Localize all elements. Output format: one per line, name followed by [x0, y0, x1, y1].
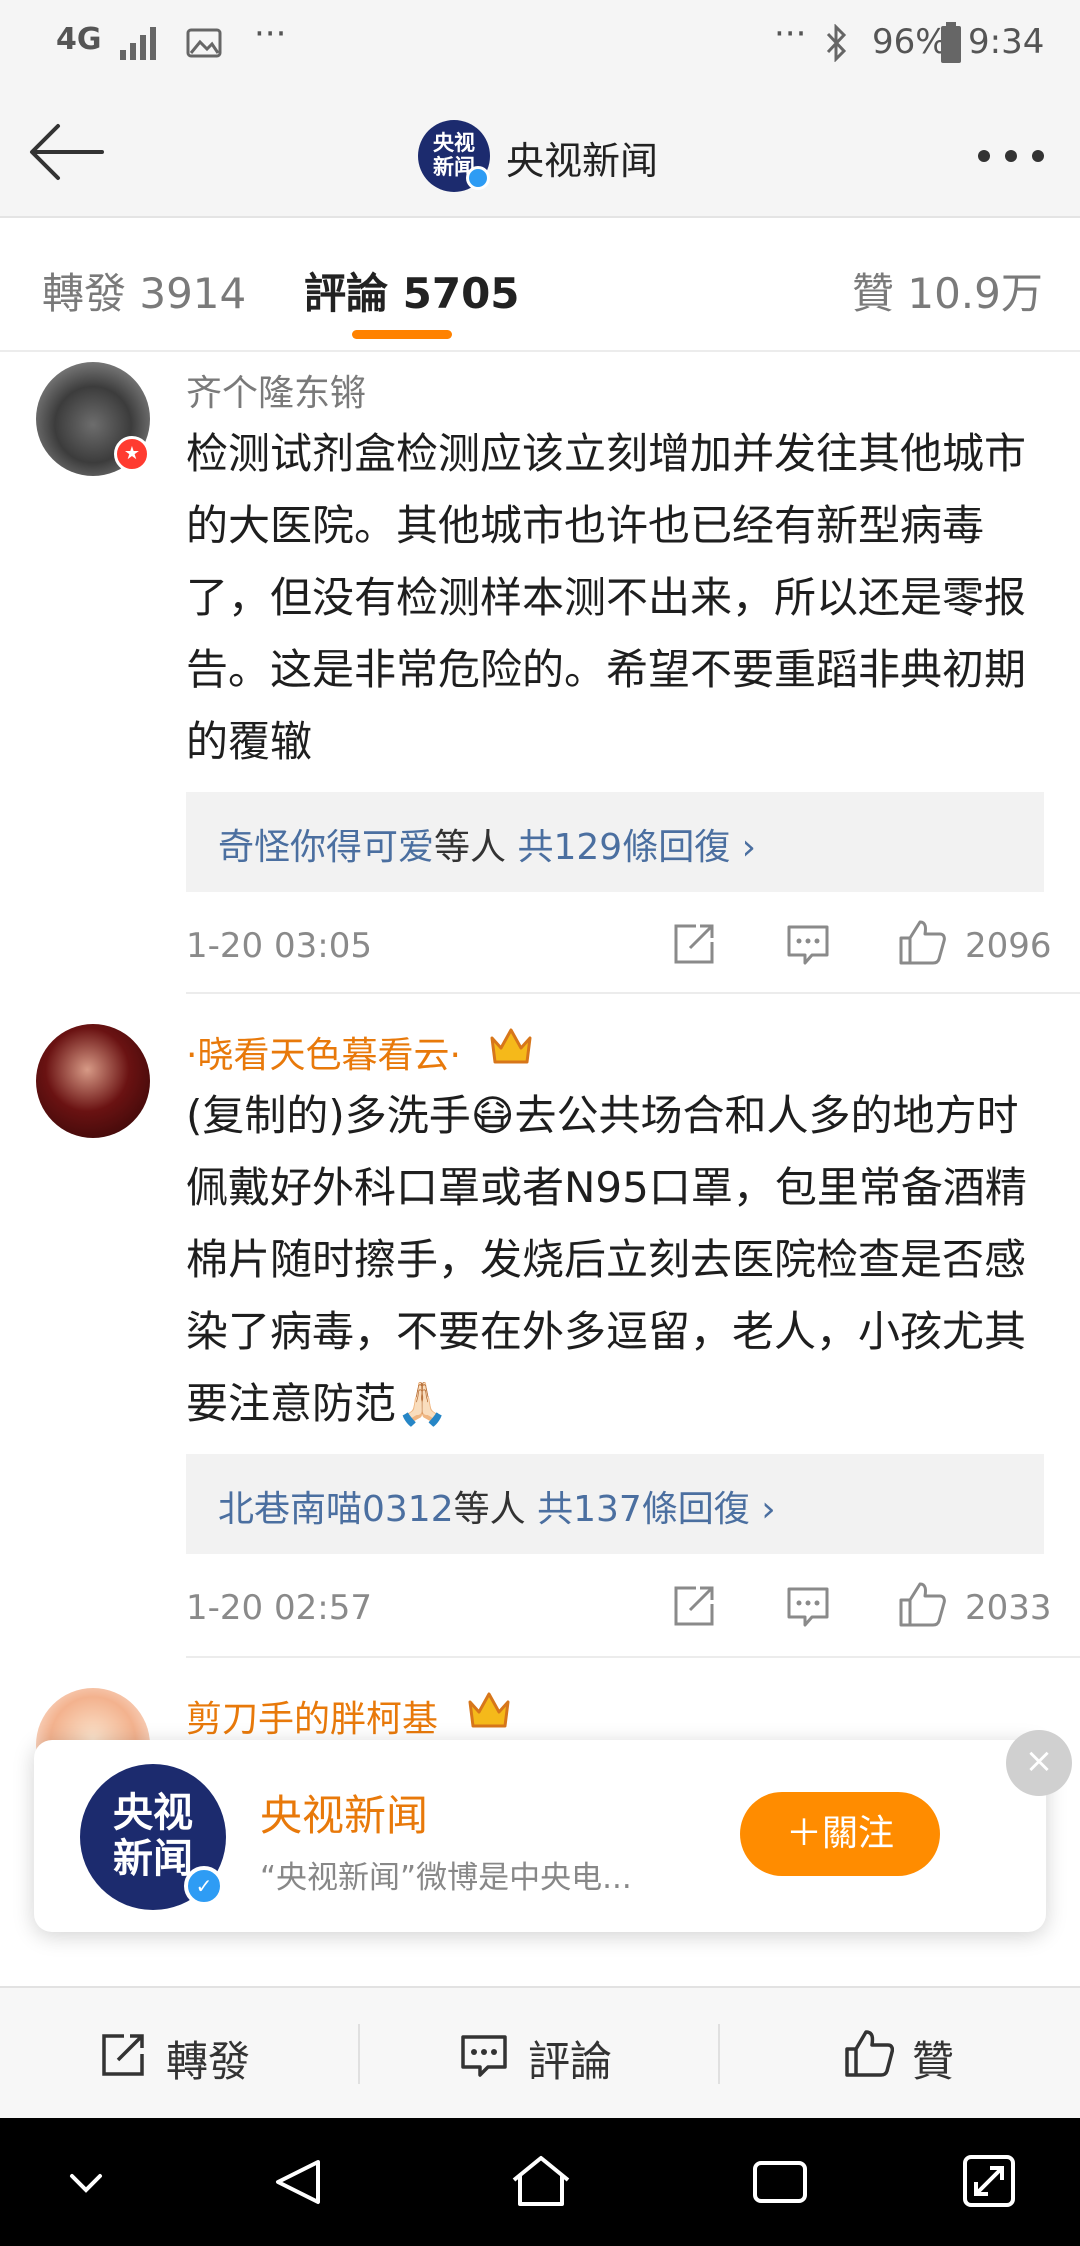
comment-body: 检测试剂盒检测应该立刻增加并发往其他城市的大医院。其他城市也许也已经有新型病毒了…: [186, 429, 1027, 766]
repost-button[interactable]: 轉發: [166, 2028, 250, 2089]
hide-keyboard-icon[interactable]: [66, 2162, 106, 2202]
status-more-right: ···: [774, 14, 807, 54]
tab-likes[interactable]: 贊 10.9万: [852, 260, 1043, 321]
logo-text-line1: 央视: [113, 1790, 193, 1836]
gallery-icon: [186, 28, 222, 58]
comment-time: 1-20 03:05: [186, 926, 372, 966]
action-divider: [358, 2024, 360, 2084]
signal-icon: [120, 27, 156, 60]
back-arrow-icon[interactable]: [28, 122, 104, 182]
system-navigation-bar: [0, 2118, 1080, 2246]
reply-total[interactable]: 共129條回復: [517, 827, 730, 868]
comment-icon[interactable]: [786, 924, 830, 966]
battery-percent: 96%: [872, 22, 948, 62]
like-button[interactable]: 贊: [912, 2028, 954, 2089]
comment-username-vip[interactable]: ·晓看天色暮看云·: [186, 1026, 461, 1078]
comment-body: (复制的)多洗手😷去公共场合和人多的地方时佩戴好外科口罩或者N95口罩，包里常备…: [186, 1091, 1027, 1428]
badge-icon: ★: [114, 436, 150, 472]
clock: 9:34: [968, 22, 1045, 62]
reply-mid: 等人: [434, 827, 507, 868]
comment-icon: [461, 2035, 507, 2077]
close-icon[interactable]: ×: [1006, 1730, 1072, 1796]
reply-users[interactable]: 北巷南喵0312: [218, 1489, 454, 1530]
tab-repost[interactable]: 轉發 3914: [42, 260, 246, 321]
reply-summary-text: 北巷南喵0312等人 共137條回復 ›: [218, 1489, 776, 1530]
share-icon[interactable]: [672, 922, 716, 966]
back-nav-icon[interactable]: [272, 2156, 324, 2208]
battery-icon: [941, 22, 961, 63]
reply-total[interactable]: 共137條回復: [537, 1489, 750, 1530]
status-more-left: ···: [254, 14, 287, 54]
divider: [186, 1656, 1080, 1658]
like-count: 2096: [965, 926, 1052, 966]
status-bar: 4G ··· ··· 96% 9:34: [0, 0, 1080, 90]
comment-username-vip[interactable]: 剪刀手的胖柯基: [186, 1690, 438, 1742]
tab-comments[interactable]: 評論 5705: [304, 260, 520, 321]
comment-button[interactable]: 評論: [528, 2028, 612, 2089]
like-icon[interactable]: [898, 918, 946, 966]
action-divider: [718, 2024, 720, 2084]
like-count: 2033: [965, 1588, 1052, 1628]
follow-suggestion-card[interactable]: 央视 新闻 ✓ 央视新闻 “央视新闻”微博是中央电... ＋關注 ×: [34, 1730, 1072, 1932]
popup-account-description: “央视新闻”微博是中央电...: [260, 1860, 632, 1896]
follow-button[interactable]: ＋關注: [740, 1792, 940, 1876]
logo-text-line1: 央视: [433, 131, 475, 155]
network-label: 4G: [56, 22, 102, 57]
home-nav-icon[interactable]: [510, 2154, 572, 2208]
active-tab-indicator: [352, 330, 452, 339]
repost-icon: [102, 2034, 144, 2076]
reply-summary[interactable]: 北巷南喵0312等人 共137條回復 ›: [186, 1454, 1044, 1554]
avatar[interactable]: [36, 1024, 150, 1138]
reply-mid: 等人: [453, 1489, 526, 1530]
crown-vip-icon: [468, 1692, 510, 1728]
reply-summary-text: 奇怪你得可爱等人 共129條回復 ›: [218, 827, 757, 868]
verified-badge-icon: [466, 166, 490, 190]
share-icon[interactable]: [672, 1584, 716, 1628]
comment-icon[interactable]: [786, 1586, 830, 1628]
comment-username[interactable]: 齐个隆东锵: [186, 364, 366, 416]
like-icon: [845, 2030, 894, 2077]
more-options-icon[interactable]: [976, 148, 1046, 164]
recent-apps-icon[interactable]: [752, 2160, 808, 2204]
bluetooth-icon: [826, 24, 847, 62]
tab-bar: 轉發 3914 評論 5705 贊 10.9万: [0, 220, 1080, 352]
like-icon[interactable]: [898, 1580, 946, 1628]
bottom-action-bar: 轉發 評論 贊: [0, 1986, 1080, 2118]
expand-icon[interactable]: [962, 2154, 1016, 2208]
reply-users[interactable]: 奇怪你得可爱: [218, 827, 434, 868]
divider: [186, 992, 1080, 994]
popup-account-name[interactable]: 央视新闻: [260, 1782, 428, 1843]
verified-badge-icon: ✓: [184, 1866, 224, 1906]
reply-summary[interactable]: 奇怪你得可爱等人 共129條回復 ›: [186, 792, 1044, 892]
top-nav-bar: 央视 新闻 央视新闻: [0, 90, 1080, 218]
nav-title: 央视新闻: [506, 139, 659, 183]
crown-vip-icon: [490, 1028, 532, 1064]
comment-time: 1-20 02:57: [186, 1588, 372, 1628]
